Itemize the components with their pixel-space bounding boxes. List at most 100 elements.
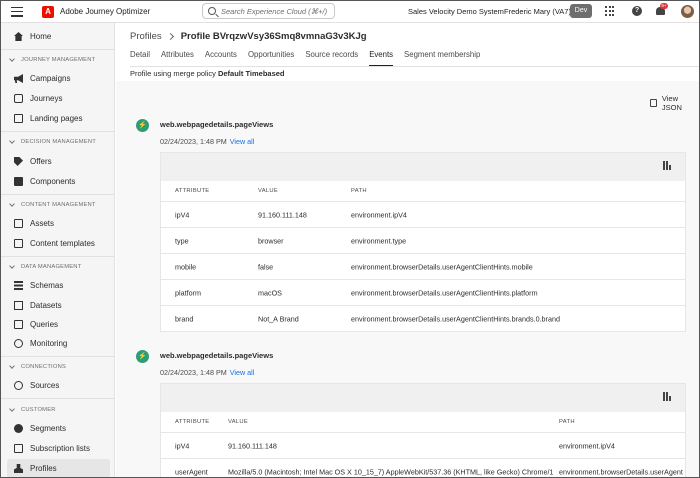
chevron-down-icon	[9, 406, 15, 412]
section-label: CONTENT MANAGEMENT	[21, 202, 96, 208]
section-content-management[interactable]: CONTENT MANAGEMENT	[9, 201, 96, 208]
view-json-button[interactable]: View JSON	[650, 94, 699, 112]
segment-icon	[14, 424, 23, 433]
components-icon	[14, 177, 23, 186]
app-switcher-icon[interactable]	[605, 6, 615, 16]
tab-source-records[interactable]: Source records	[305, 50, 365, 66]
table-toolbar	[161, 384, 685, 412]
table-row[interactable]: platform macOS environment.browserDetail…	[161, 279, 685, 305]
journey-icon	[14, 94, 23, 103]
sidebar-item-home[interactable]: Home	[1, 27, 115, 46]
sidebar-item-label: Content templates	[30, 239, 95, 248]
table-row[interactable]: type browser environment.type	[161, 227, 685, 253]
lightning-icon: ⚡	[136, 350, 149, 363]
divider	[1, 356, 115, 357]
merge-policy-name: Default Timebased	[217, 69, 285, 78]
sidebar-item-segments[interactable]: Segments	[1, 419, 115, 438]
chevron-down-icon	[9, 138, 15, 144]
sidebar-item-journeys[interactable]: Journeys	[1, 89, 115, 108]
user-name[interactable]: Frederic Mary (VA7)	[504, 7, 571, 16]
tab-detail[interactable]: Detail	[130, 50, 157, 66]
org-switcher[interactable]: Sales Velocity Demo System	[408, 7, 504, 16]
column-settings-icon[interactable]	[663, 392, 672, 401]
sidebar-item-landing-pages[interactable]: Landing pages	[1, 109, 115, 128]
environment-badge[interactable]: Dev	[570, 4, 592, 18]
cell-path: environment.browserDetails.userAgentClie…	[351, 288, 538, 297]
sidebar-item-campaigns[interactable]: Campaigns	[1, 69, 115, 88]
merge-policy-text: Profile using merge policy Default Timeb…	[130, 69, 285, 78]
view-json-label: View JSON	[661, 94, 682, 112]
section-data-management[interactable]: DATA MANAGEMENT	[9, 263, 81, 270]
sidebar-item-label: Home	[30, 32, 52, 41]
cell-attribute: mobile	[175, 262, 197, 271]
cell-path: environment.browserDetails.userAgentClie…	[351, 262, 533, 271]
tab-attributes[interactable]: Attributes	[161, 50, 201, 66]
column-header-attribute[interactable]: ATTRIBUTE	[175, 419, 209, 425]
megaphone-icon	[14, 74, 23, 83]
sidebar-item-components[interactable]: Components	[1, 172, 115, 191]
sidebar-item-label: Components	[30, 177, 76, 186]
section-customer[interactable]: CUSTOMER	[9, 406, 56, 413]
sidebar-item-sources[interactable]: Sources	[1, 376, 115, 395]
cell-value: browser	[258, 236, 284, 245]
sidebar-item-label: Subscription lists	[30, 444, 91, 453]
event-date: 02/24/2023, 1:48 PM View all	[160, 137, 254, 146]
column-settings-icon[interactable]	[663, 161, 672, 170]
chevron-right-icon	[166, 32, 174, 41]
sidebar-item-label: Profiles	[30, 464, 57, 473]
sidebar-item-schemas[interactable]: Schemas	[1, 276, 115, 295]
chevron-down-icon	[9, 263, 15, 269]
divider	[1, 256, 115, 257]
cell-value: false	[258, 262, 274, 271]
breadcrumb: Profiles Profile BVrqzwVsy36Smq8vmnaG3v3…	[130, 31, 367, 42]
table-row[interactable]: mobile false environment.browserDetails.…	[161, 253, 685, 279]
view-all-link[interactable]: View all	[230, 368, 255, 377]
table-row[interactable]: ipV4 91.160.111.148 environment.ipV4	[161, 201, 685, 227]
tab-segment-membership[interactable]: Segment membership	[404, 50, 487, 66]
sidebar-item-content-templates[interactable]: Content templates	[1, 234, 115, 253]
search-icon	[208, 7, 216, 15]
search-input[interactable]: Search Experience Cloud (⌘+/)	[202, 3, 335, 19]
section-decision-management[interactable]: DECISION MANAGEMENT	[9, 138, 96, 145]
sidebar-item-assets[interactable]: Assets	[1, 214, 115, 233]
cell-path: environment.type	[351, 236, 407, 245]
breadcrumb-parent[interactable]: Profiles	[130, 31, 162, 42]
user-avatar[interactable]	[681, 5, 694, 18]
sidebar-item-queries[interactable]: Queries	[1, 315, 115, 334]
cell-value: macOS	[258, 288, 282, 297]
cell-value: Mozilla/5.0 (Macintosh; Intel Mac OS X 1…	[228, 467, 553, 476]
column-header-attribute[interactable]: ATTRIBUTE	[175, 188, 209, 194]
sidebar-item-monitoring[interactable]: Monitoring	[1, 334, 115, 353]
sidebar-item-offers[interactable]: Offers	[1, 152, 115, 171]
sidebar-item-subscription-lists[interactable]: Subscription lists	[1, 439, 115, 458]
image-icon	[14, 219, 23, 228]
sidebar-item-label: Campaigns	[30, 74, 71, 83]
tab-opportunities[interactable]: Opportunities	[248, 50, 301, 66]
hamburger-menu-icon[interactable]	[11, 6, 23, 17]
column-header-path[interactable]: PATH	[559, 419, 575, 425]
help-icon[interactable]: ?	[632, 6, 642, 16]
sidebar-item-profiles[interactable]: Profiles	[7, 459, 110, 477]
event-attributes-table: ATTRIBUTE VALUE PATH ipV4 91.160.111.148…	[160, 152, 686, 332]
column-header-value[interactable]: VALUE	[258, 188, 278, 194]
tab-events[interactable]: Events	[369, 50, 400, 66]
sidebar-item-datasets[interactable]: Datasets	[1, 296, 115, 315]
view-all-link[interactable]: View all	[230, 137, 255, 146]
lightning-icon: ⚡	[136, 119, 149, 132]
app-title[interactable]: Adobe Journey Optimizer	[60, 7, 150, 16]
divider	[1, 398, 115, 399]
section-journey-management[interactable]: JOURNEY MANAGEMENT	[9, 56, 95, 63]
chevron-down-icon	[9, 56, 15, 62]
sidebar-item-label: Monitoring	[30, 339, 68, 348]
cell-path: environment.ipV4	[351, 210, 407, 219]
tab-accounts[interactable]: Accounts	[205, 50, 244, 66]
section-connections[interactable]: CONNECTIONS	[9, 363, 66, 370]
column-header-path[interactable]: PATH	[351, 188, 367, 194]
table-row[interactable]: userAgent Mozilla/5.0 (Macintosh; Intel …	[161, 458, 685, 477]
column-header-value[interactable]: VALUE	[228, 419, 248, 425]
table-row[interactable]: ipV4 91.160.111.148 environment.ipV4	[161, 432, 685, 458]
cell-path: environment.browserDetails.userAgentClie…	[351, 314, 560, 323]
cell-path: environment.browserDetails.userAgent	[559, 467, 683, 476]
table-row[interactable]: brand Not_A Brand environment.browserDet…	[161, 305, 685, 331]
merge-policy-prefix: Profile using merge policy	[130, 69, 216, 78]
